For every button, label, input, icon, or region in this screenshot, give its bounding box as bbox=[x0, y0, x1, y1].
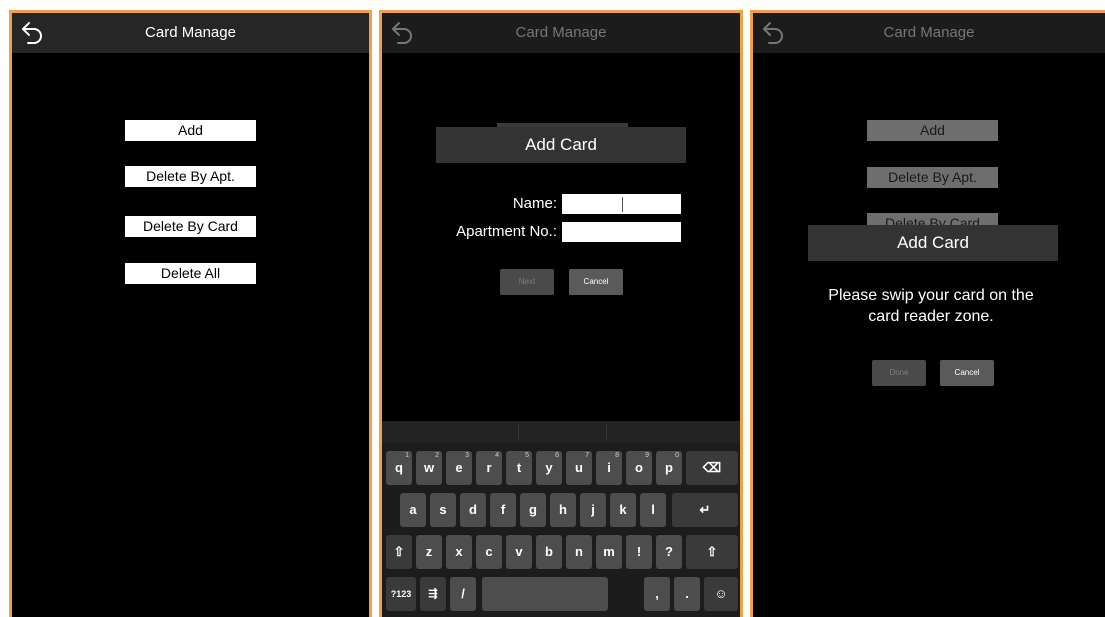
swipe-card-message: Please swip your card on the card reader… bbox=[828, 287, 1034, 325]
key-y[interactable]: 6y bbox=[536, 451, 562, 485]
text-cursor bbox=[622, 197, 623, 212]
next-button[interactable]: Next bbox=[500, 269, 554, 295]
key-k[interactable]: k bbox=[610, 493, 636, 527]
page-title: Card Manage bbox=[515, 24, 607, 41]
key-u[interactable]: 7u bbox=[566, 451, 592, 485]
settings-key-icon[interactable]: ⇶ bbox=[420, 577, 446, 611]
shift-key-icon[interactable]: ⇧ bbox=[686, 535, 738, 569]
key-a[interactable]: a bbox=[400, 493, 426, 527]
key-comma[interactable]: , bbox=[644, 577, 670, 611]
screen-swipe-card: Card Manage Add Delete By Apt. Delete By… bbox=[750, 10, 1105, 617]
done-button[interactable]: Done bbox=[872, 360, 926, 386]
suggestion-divider bbox=[606, 425, 607, 439]
dialog-title: Add Card bbox=[808, 225, 1058, 261]
screen-card-manage-menu: Card Manage Add Delete By Apt. Delete By… bbox=[9, 10, 372, 617]
key-s[interactable]: s bbox=[430, 493, 456, 527]
cancel-button[interactable]: Cancel bbox=[940, 360, 994, 386]
emoji-key-icon[interactable]: ☺ bbox=[704, 577, 738, 611]
add-button[interactable]: Add bbox=[125, 120, 256, 141]
key-question[interactable]: ? bbox=[656, 535, 682, 569]
key-exclamation[interactable]: ! bbox=[626, 535, 652, 569]
symbols-key[interactable]: ?123 bbox=[386, 577, 416, 611]
key-j[interactable]: j bbox=[580, 493, 606, 527]
page-title: Card Manage bbox=[145, 24, 236, 41]
top-bar: Card Manage bbox=[382, 13, 740, 53]
key-v[interactable]: v bbox=[506, 535, 532, 569]
key-slash[interactable]: / bbox=[450, 577, 476, 611]
key-q[interactable]: 1q bbox=[386, 451, 412, 485]
shift-key-icon[interactable]: ⇧ bbox=[386, 535, 412, 569]
key-g[interactable]: g bbox=[520, 493, 546, 527]
page-title: Card Manage bbox=[883, 24, 975, 41]
apartment-label: Apartment No.: bbox=[456, 223, 557, 240]
cancel-button[interactable]: Cancel bbox=[569, 269, 623, 295]
key-h[interactable]: h bbox=[550, 493, 576, 527]
delete-all-button[interactable]: Delete All bbox=[125, 263, 256, 284]
suggestion-divider bbox=[518, 425, 519, 439]
key-n[interactable]: n bbox=[566, 535, 592, 569]
key-e[interactable]: 3e bbox=[446, 451, 472, 485]
key-d[interactable]: d bbox=[460, 493, 486, 527]
key-l[interactable]: l bbox=[640, 493, 666, 527]
top-bar: Card Manage bbox=[753, 13, 1105, 53]
key-o[interactable]: 9o bbox=[626, 451, 652, 485]
key-b[interactable]: b bbox=[536, 535, 562, 569]
delete-by-apt-button: Delete By Apt. bbox=[867, 167, 998, 188]
key-w[interactable]: 2w bbox=[416, 451, 442, 485]
key-r[interactable]: 4r bbox=[476, 451, 502, 485]
enter-key-icon[interactable]: ↵ bbox=[672, 493, 738, 527]
space-key[interactable] bbox=[482, 577, 608, 611]
key-p[interactable]: 0p bbox=[656, 451, 682, 485]
apartment-input[interactable] bbox=[562, 222, 681, 242]
key-f[interactable]: f bbox=[490, 493, 516, 527]
key-z[interactable]: z bbox=[416, 535, 442, 569]
backspace-key-icon[interactable]: ⌫ bbox=[686, 451, 738, 485]
suggestion-strip bbox=[382, 421, 740, 443]
key-c[interactable]: c bbox=[476, 535, 502, 569]
add-button: Add bbox=[867, 120, 998, 141]
screen-add-card-form: Card Manage Add Card Name: Apartment No.… bbox=[379, 10, 743, 617]
top-bar: Card Manage bbox=[12, 13, 369, 53]
delete-by-card-button[interactable]: Delete By Card bbox=[125, 216, 256, 237]
soft-keyboard: 1q 2w 3e 4r 5t 6y 7u 8i 9o 0p ⌫ a s d f … bbox=[382, 421, 740, 617]
key-i[interactable]: 8i bbox=[596, 451, 622, 485]
name-label: Name: bbox=[512, 195, 557, 212]
dialog-title: Add Card bbox=[436, 127, 686, 163]
key-x[interactable]: x bbox=[446, 535, 472, 569]
delete-by-apt-button[interactable]: Delete By Apt. bbox=[125, 166, 256, 187]
key-period[interactable]: . bbox=[674, 577, 700, 611]
key-m[interactable]: m bbox=[596, 535, 622, 569]
key-t[interactable]: 5t bbox=[506, 451, 532, 485]
